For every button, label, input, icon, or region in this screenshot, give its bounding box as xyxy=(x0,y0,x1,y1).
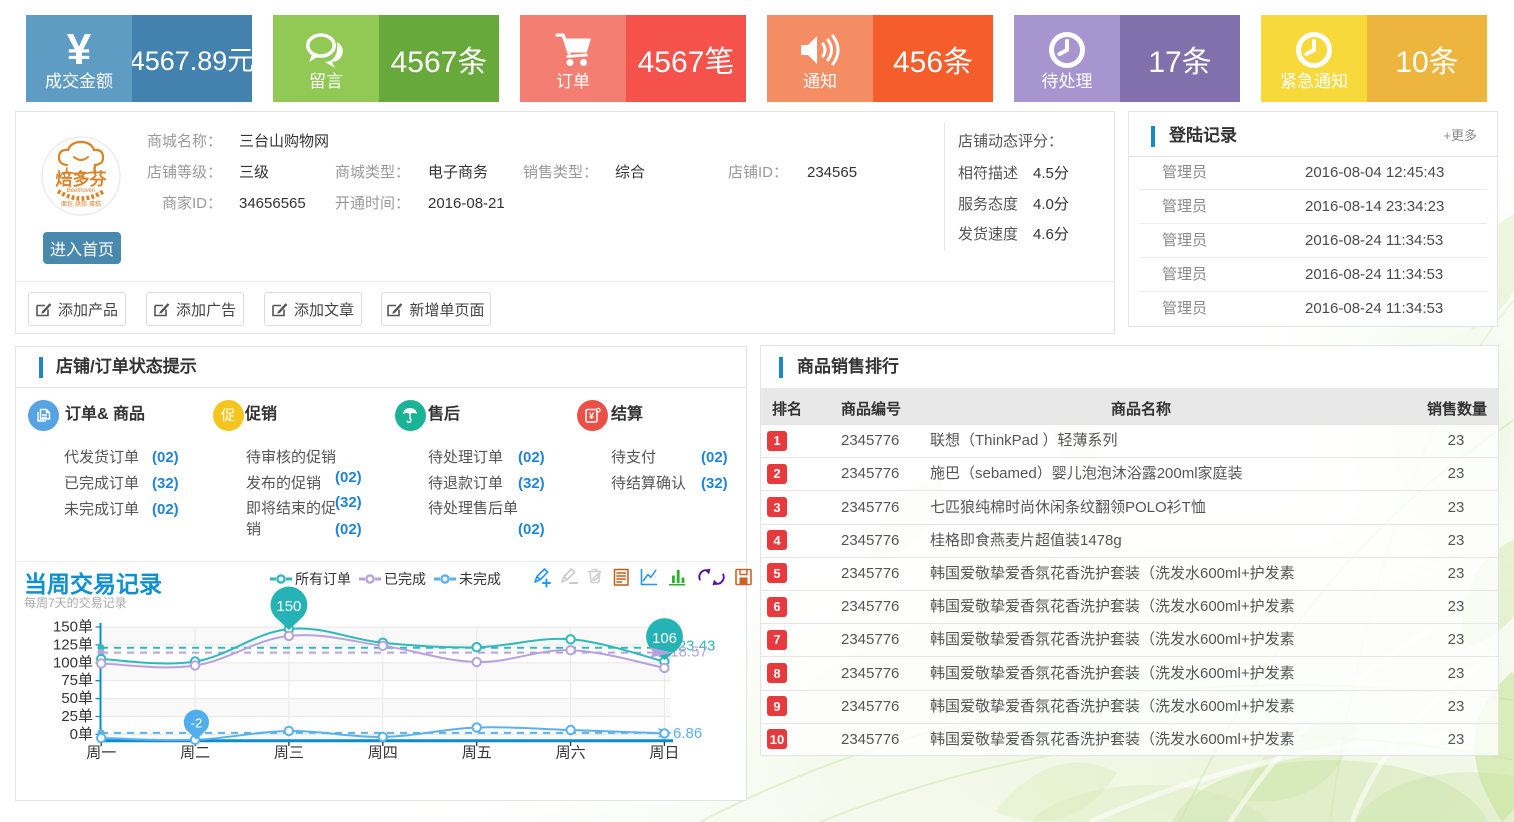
svg-text:6.86: 6.86 xyxy=(673,725,702,742)
svg-text:周二: 周二 xyxy=(180,745,210,762)
svg-text:周三: 周三 xyxy=(274,745,304,762)
svg-text:106: 106 xyxy=(652,630,677,647)
svg-text:Beethoven: Beethoven xyxy=(67,188,96,194)
svg-text:-2: -2 xyxy=(191,716,203,731)
svg-text:周五: 周五 xyxy=(462,745,492,762)
svg-text:100单: 100单 xyxy=(53,654,93,671)
svg-text:周一: 周一 xyxy=(86,745,116,762)
svg-text:25单: 25单 xyxy=(61,708,93,725)
svg-text:125单: 125单 xyxy=(53,636,93,653)
svg-text:75单: 75单 xyxy=(61,672,93,689)
svg-text:周日: 周日 xyxy=(649,745,679,762)
svg-text:¥: ¥ xyxy=(588,411,594,422)
svg-text:面包·烘焙·蛋糕: 面包·烘焙·蛋糕 xyxy=(61,200,101,208)
svg-text:0单: 0单 xyxy=(70,726,93,743)
svg-text:50单: 50单 xyxy=(61,690,93,707)
svg-text:150单: 150单 xyxy=(53,619,93,636)
svg-text:周六: 周六 xyxy=(556,745,586,762)
svg-text:150: 150 xyxy=(276,598,301,615)
svg-text:周四: 周四 xyxy=(368,745,398,762)
